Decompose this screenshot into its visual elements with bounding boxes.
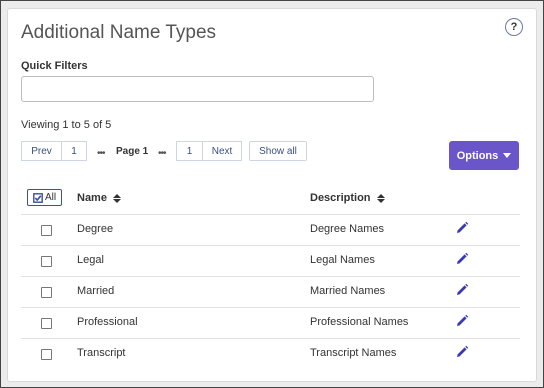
column-name-label: Name	[77, 192, 107, 204]
viewing-count: Viewing 1 to 5 of 5	[21, 119, 112, 131]
row-checkbox[interactable]	[41, 256, 52, 267]
table-row: Legal Legal Names	[21, 246, 520, 276]
row-name: Transcript	[77, 347, 126, 359]
caret-down-icon	[503, 153, 512, 158]
checkbox-icon	[33, 192, 43, 203]
row-checkbox[interactable]	[41, 225, 52, 236]
additional-name-types-panel: Additional Name Types ? Quick Filters Vi…	[7, 8, 537, 382]
options-button[interactable]: Options	[449, 141, 519, 170]
help-button[interactable]: ?	[505, 18, 523, 36]
show-all-button[interactable]: Show all	[249, 141, 307, 161]
table-row: Transcript Transcript Names	[21, 339, 520, 369]
next-button[interactable]: Next	[203, 141, 242, 161]
row-description: Professional Names	[310, 316, 409, 328]
pencil-icon[interactable]	[455, 221, 469, 235]
table-row: Degree Degree Names	[21, 215, 520, 245]
row-description: Married Names	[310, 285, 386, 297]
row-checkbox[interactable]	[41, 318, 52, 329]
window-frame: Additional Name Types ? Quick Filters Vi…	[0, 0, 544, 388]
pager-prev-group: Prev 1	[21, 141, 87, 163]
pencil-icon[interactable]	[455, 283, 469, 297]
show-all-wrap: Show all	[249, 141, 307, 163]
column-header-description[interactable]: Description	[310, 192, 385, 204]
table-row: Married Married Names	[21, 277, 520, 307]
row-description: Legal Names	[310, 254, 375, 266]
question-icon: ?	[510, 21, 518, 33]
row-checkbox[interactable]	[41, 349, 52, 360]
options-label: Options	[456, 149, 499, 162]
current-page-label: Page 1	[116, 146, 149, 157]
pencil-icon[interactable]	[455, 252, 469, 266]
select-all-button[interactable]: All	[27, 189, 62, 206]
quick-filters-input[interactable]	[21, 76, 374, 102]
row-description: Degree Names	[310, 223, 384, 235]
row-checkbox[interactable]	[41, 287, 52, 298]
pencil-icon[interactable]	[455, 314, 469, 328]
page-last-button[interactable]: 1	[176, 141, 203, 161]
select-all-label: All	[44, 192, 57, 203]
pager-next-group: 1 Next	[176, 141, 242, 163]
column-description-label: Description	[310, 192, 371, 204]
prev-button[interactable]: Prev	[21, 141, 62, 161]
sort-icon	[376, 193, 385, 203]
table-row: Professional Professional Names	[21, 308, 520, 338]
page-title: Additional Name Types	[21, 22, 217, 43]
pager-ellipsis-right: •••	[158, 148, 166, 159]
row-name: Degree	[77, 223, 114, 235]
sort-icon	[112, 193, 121, 203]
row-description: Transcript Names	[310, 347, 397, 359]
row-name: Professional	[77, 316, 138, 328]
quick-filters-label: Quick Filters	[21, 60, 88, 72]
column-header-name[interactable]: Name	[77, 192, 121, 204]
row-name: Married	[77, 285, 115, 297]
pager-ellipsis-left: •••	[97, 148, 105, 159]
row-name: Legal	[77, 254, 104, 266]
page-first-button[interactable]: 1	[62, 141, 87, 161]
pencil-icon[interactable]	[455, 345, 469, 359]
